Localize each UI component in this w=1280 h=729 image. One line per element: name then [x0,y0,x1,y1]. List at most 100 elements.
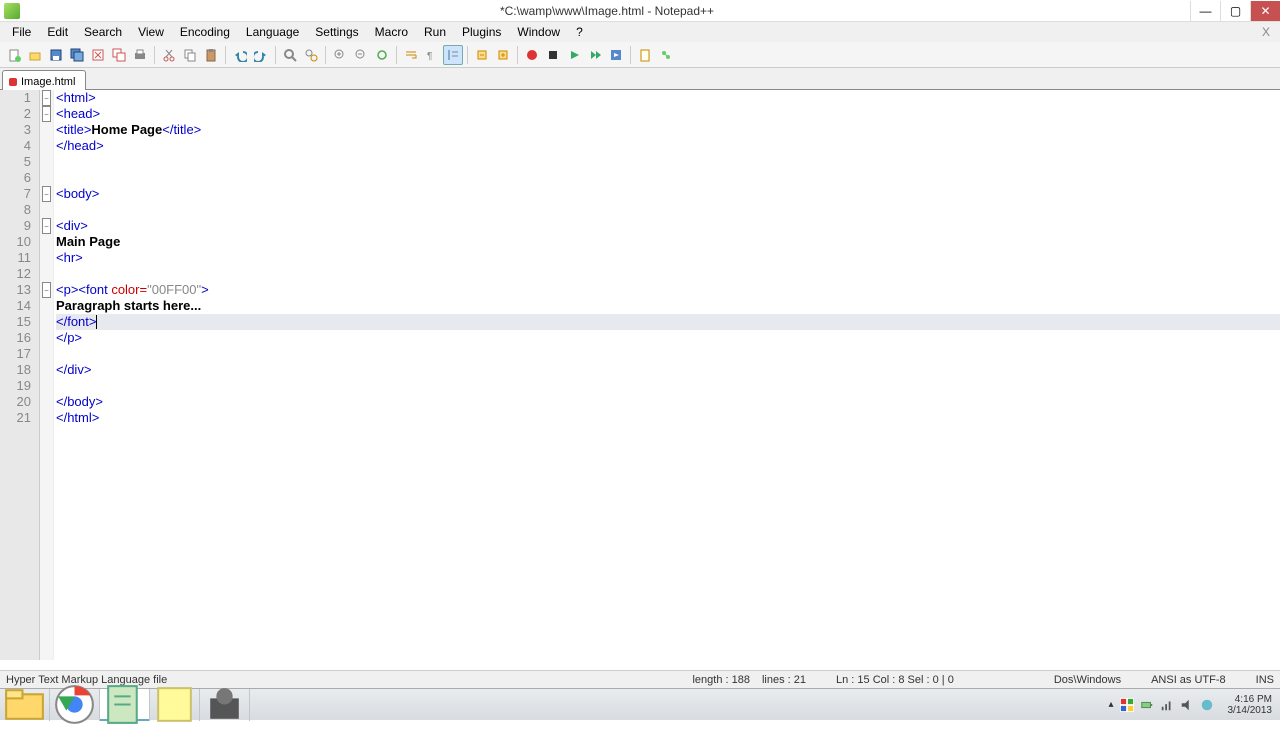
toolbar-cut-icon[interactable] [159,45,179,65]
code-line[interactable]: <body> [56,186,1280,202]
menu-search[interactable]: Search [76,23,130,41]
tray-power-icon[interactable] [1140,698,1154,712]
code-line[interactable]: </font> [56,314,1280,330]
menu-language[interactable]: Language [238,23,307,41]
menu-file[interactable]: File [4,23,39,41]
code-line[interactable]: </body> [56,394,1280,410]
menu-plugins[interactable]: Plugins [454,23,509,41]
close-doc-button[interactable]: X [1256,25,1276,39]
toolbar-stop-macro-icon[interactable] [543,45,563,65]
tray-chevron-icon[interactable]: ▴ [1108,699,1113,710]
toolbar-save-all-icon[interactable] [67,45,87,65]
line-number: 6 [0,170,31,186]
code-line[interactable] [56,202,1280,218]
toolbar-copy-icon[interactable] [180,45,200,65]
line-number-gutter: 123456789101112131415161718192021 [0,90,40,660]
tray-volume-icon[interactable] [1180,698,1194,712]
fold-gutter: −−−−− [40,90,54,660]
menu-macro[interactable]: Macro [367,23,416,41]
toolbar-print-icon[interactable] [130,45,150,65]
fold-toggle[interactable]: − [42,282,51,298]
toolbar-wordwrap-icon[interactable] [401,45,421,65]
toolbar-zoom-in-icon[interactable] [330,45,350,65]
line-number: 18 [0,362,31,378]
tray-network-icon[interactable] [1160,698,1174,712]
toolbar-find-icon[interactable] [280,45,300,65]
code-line[interactable] [56,266,1280,282]
code-line[interactable]: <p><font color="00FF00"> [56,282,1280,298]
fold-toggle[interactable]: − [42,186,51,202]
status-length: length : 188 [692,674,750,686]
code-line[interactable]: </head> [56,138,1280,154]
tray-flag-icon[interactable] [1120,698,1134,712]
menu-edit[interactable]: Edit [39,23,76,41]
menu-bar: File Edit Search View Encoding Language … [0,22,1280,42]
toolbar-sync-icon[interactable] [372,45,392,65]
minimize-button[interactable]: — [1190,1,1220,21]
code-area[interactable]: <html><head><title>Home Page</title></he… [54,90,1280,660]
toolbar-play-macro-icon[interactable] [564,45,584,65]
menu-help[interactable]: ? [568,23,591,41]
menu-window[interactable]: Window [509,23,568,41]
taskbar-notepadpp[interactable] [100,689,150,721]
menu-view[interactable]: View [130,23,172,41]
maximize-button[interactable]: ▢ [1220,1,1250,21]
tab-image-html[interactable]: Image.html [2,70,86,90]
menu-run[interactable]: Run [416,23,454,41]
code-line[interactable]: </html> [56,410,1280,426]
toolbar-record-macro-icon[interactable] [522,45,542,65]
taskbar-clock[interactable]: 4:16 PM 3/14/2013 [1228,694,1273,716]
code-line[interactable] [56,378,1280,394]
fold-toggle[interactable]: − [42,218,51,234]
editor[interactable]: 123456789101112131415161718192021 −−−−− … [0,90,1280,660]
toolbar-save-icon[interactable] [46,45,66,65]
code-line[interactable]: Paragraph starts here... [56,298,1280,314]
toolbar-close-all-icon[interactable] [109,45,129,65]
code-line[interactable] [56,346,1280,362]
line-number: 9 [0,218,31,234]
code-line[interactable] [56,154,1280,170]
code-line[interactable]: <html> [56,90,1280,106]
toolbar-undo-icon[interactable] [230,45,250,65]
code-line[interactable] [56,170,1280,186]
code-line[interactable]: <hr> [56,250,1280,266]
taskbar-chrome[interactable] [50,689,100,721]
toolbar-open-file-icon[interactable] [25,45,45,65]
code-line[interactable]: Main Page [56,234,1280,250]
code-line[interactable]: <div> [56,218,1280,234]
code-line[interactable]: <head> [56,106,1280,122]
toolbar-play-multi-icon[interactable] [585,45,605,65]
toolbar-show-all-icon[interactable]: ¶ [422,45,442,65]
tab-label: Image.html [21,76,75,88]
toolbar-replace-icon[interactable] [301,45,321,65]
toolbar-close-icon[interactable] [88,45,108,65]
toolbar-function-list-icon[interactable] [656,45,676,65]
status-position: Ln : 15 Col : 8 Sel : 0 | 0 [836,674,954,686]
toolbar-new-file-icon[interactable] [4,45,24,65]
code-line[interactable]: </p> [56,330,1280,346]
clock-date: 3/14/2013 [1228,705,1273,716]
code-line[interactable]: <title>Home Page</title> [56,122,1280,138]
title-bar: *C:\wamp\www\Image.html - Notepad++ — ▢ … [0,0,1280,22]
toolbar-doc-map-icon[interactable] [635,45,655,65]
toolbar-redo-icon[interactable] [251,45,271,65]
taskbar-sticky[interactable] [150,689,200,721]
tray-app-icon[interactable] [1200,698,1214,712]
toolbar-zoom-out-icon[interactable] [351,45,371,65]
taskbar-explorer[interactable] [0,689,50,721]
menu-encoding[interactable]: Encoding [172,23,238,41]
toolbar-paste-icon[interactable] [201,45,221,65]
toolbar-save-macro-icon[interactable] [606,45,626,65]
toolbar-fold-all-icon[interactable] [472,45,492,65]
fold-toggle[interactable]: − [42,90,51,106]
fold-toggle[interactable]: − [42,106,51,122]
code-line[interactable]: </div> [56,362,1280,378]
toolbar-unfold-all-icon[interactable] [493,45,513,65]
taskbar-wamp[interactable] [200,689,250,721]
menu-settings[interactable]: Settings [307,23,366,41]
taskbar: ▴ 4:16 PM 3/14/2013 [0,688,1280,720]
tab-bar: Image.html [0,68,1280,90]
line-number: 21 [0,410,31,426]
close-button[interactable]: ✕ [1250,1,1280,21]
toolbar-indent-guide-icon[interactable] [443,45,463,65]
